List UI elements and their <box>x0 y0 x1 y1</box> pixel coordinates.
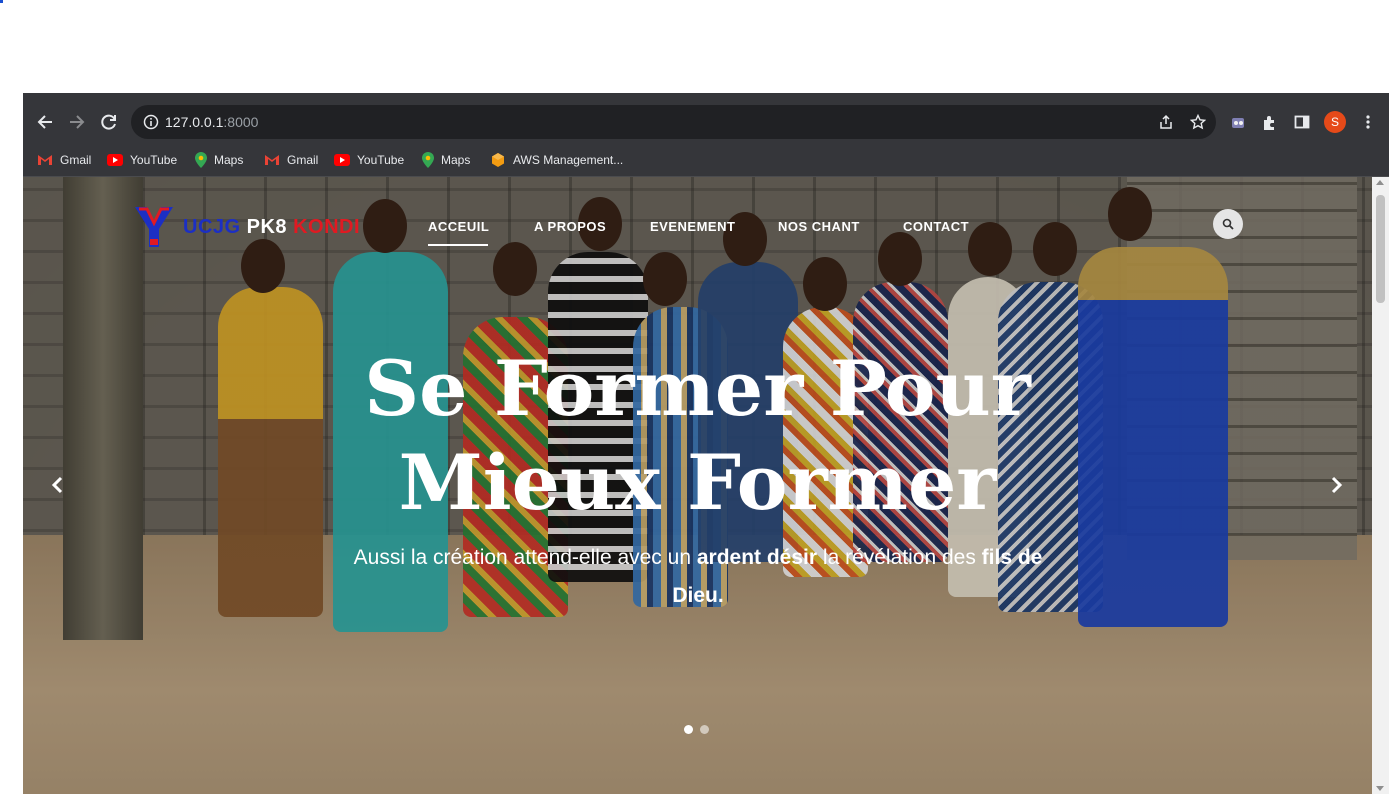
carousel-dot-2[interactable] <box>700 725 709 734</box>
site-info-icon[interactable] <box>139 110 163 134</box>
youtube-icon <box>334 154 350 166</box>
nav-item-evenement[interactable]: EVENEMENT <box>650 219 735 234</box>
nav-item-a-propos[interactable]: A PROPOS <box>534 219 606 234</box>
bookmark-maps[interactable]: Maps <box>422 149 470 171</box>
browser-toolbar: 127.0.0.1:8000 S <box>23 93 1389 145</box>
bookmark-gmail[interactable]: Gmail <box>264 149 318 171</box>
nav-item-contact[interactable]: CONTACT <box>903 219 969 234</box>
carousel-indicators <box>684 725 709 734</box>
browser-window: 127.0.0.1:8000 S Gmail YouTube Maps Gmai… <box>23 93 1389 794</box>
bookmark-label: Maps <box>441 153 471 167</box>
extensions-puzzle-icon[interactable] <box>1258 110 1282 134</box>
hero-title-line-2: Mieux Former <box>398 438 997 527</box>
site-logo-text: UCJG PK8 KONDI <box>183 215 361 238</box>
scroll-thumb[interactable] <box>1376 195 1385 303</box>
forward-icon[interactable] <box>65 110 89 134</box>
bookmark-label: YouTube <box>357 153 405 167</box>
ymca-logo-icon <box>133 205 175 249</box>
youtube-icon <box>107 154 123 166</box>
maps-icon <box>422 152 434 168</box>
share-icon[interactable] <box>1154 110 1178 134</box>
gmail-icon <box>265 155 279 165</box>
scroll-up-arrow[interactable] <box>1376 180 1384 185</box>
bookmark-label: YouTube <box>130 153 178 167</box>
bookmarks-bar: Gmail YouTube Maps Gmail YouTube Maps AW… <box>23 145 1389 177</box>
reload-icon[interactable] <box>97 110 121 134</box>
extension-app-icon[interactable] <box>1226 110 1250 134</box>
bookmark-star-icon[interactable] <box>1186 110 1210 134</box>
carousel-prev-button[interactable] <box>43 470 73 500</box>
page-scrollbar[interactable] <box>1372 177 1389 794</box>
address-bar[interactable]: 127.0.0.1:8000 <box>131 105 1216 139</box>
scroll-down-arrow[interactable] <box>1376 786 1384 791</box>
aws-icon <box>492 153 504 167</box>
profile-avatar[interactable]: S <box>1324 111 1346 133</box>
bookmark-youtube[interactable]: YouTube <box>334 149 404 171</box>
bookmark-label: Maps <box>214 153 244 167</box>
back-icon[interactable] <box>33 110 57 134</box>
hero-subtitle: Aussi la création attend-elle avec un ar… <box>353 546 1043 607</box>
hero-title-line-1: Se Former Pour <box>364 344 1031 433</box>
search-icon <box>1222 218 1234 230</box>
hero-title: Se Former Pour Mieux Former <box>23 342 1372 530</box>
bookmark-label: AWS Management... <box>513 153 624 167</box>
carousel-next-button[interactable] <box>1321 470 1351 500</box>
search-button[interactable] <box>1213 209 1243 239</box>
nav-item-nos-chant[interactable]: NOS CHANT <box>778 219 860 234</box>
gmail-icon <box>38 155 52 165</box>
chevron-right-icon <box>1331 476 1343 494</box>
carousel-dot-1[interactable] <box>684 725 693 734</box>
chevron-left-icon <box>51 476 63 494</box>
url-text: 127.0.0.1:8000 <box>165 114 259 130</box>
site-logo[interactable]: UCJG PK8 KONDI <box>133 205 360 249</box>
bookmark-label: Gmail <box>287 153 319 167</box>
bookmark-label: Gmail <box>60 153 92 167</box>
corner-marker <box>0 0 3 3</box>
nav-active-indicator <box>428 244 488 246</box>
page-viewport: UCJG PK8 KONDI ACCEUIL A PROPOS EVENEMEN… <box>23 177 1372 794</box>
bookmark-gmail[interactable]: Gmail <box>37 149 91 171</box>
side-panel-icon[interactable] <box>1290 110 1314 134</box>
bookmark-maps[interactable]: Maps <box>195 149 243 171</box>
maps-icon <box>195 152 207 168</box>
bookmark-aws[interactable]: AWS Management... <box>490 149 623 171</box>
nav-item-accueil[interactable]: ACCEUIL <box>428 219 489 234</box>
menu-kebab-icon[interactable] <box>1356 110 1380 134</box>
bookmark-youtube[interactable]: YouTube <box>107 149 177 171</box>
